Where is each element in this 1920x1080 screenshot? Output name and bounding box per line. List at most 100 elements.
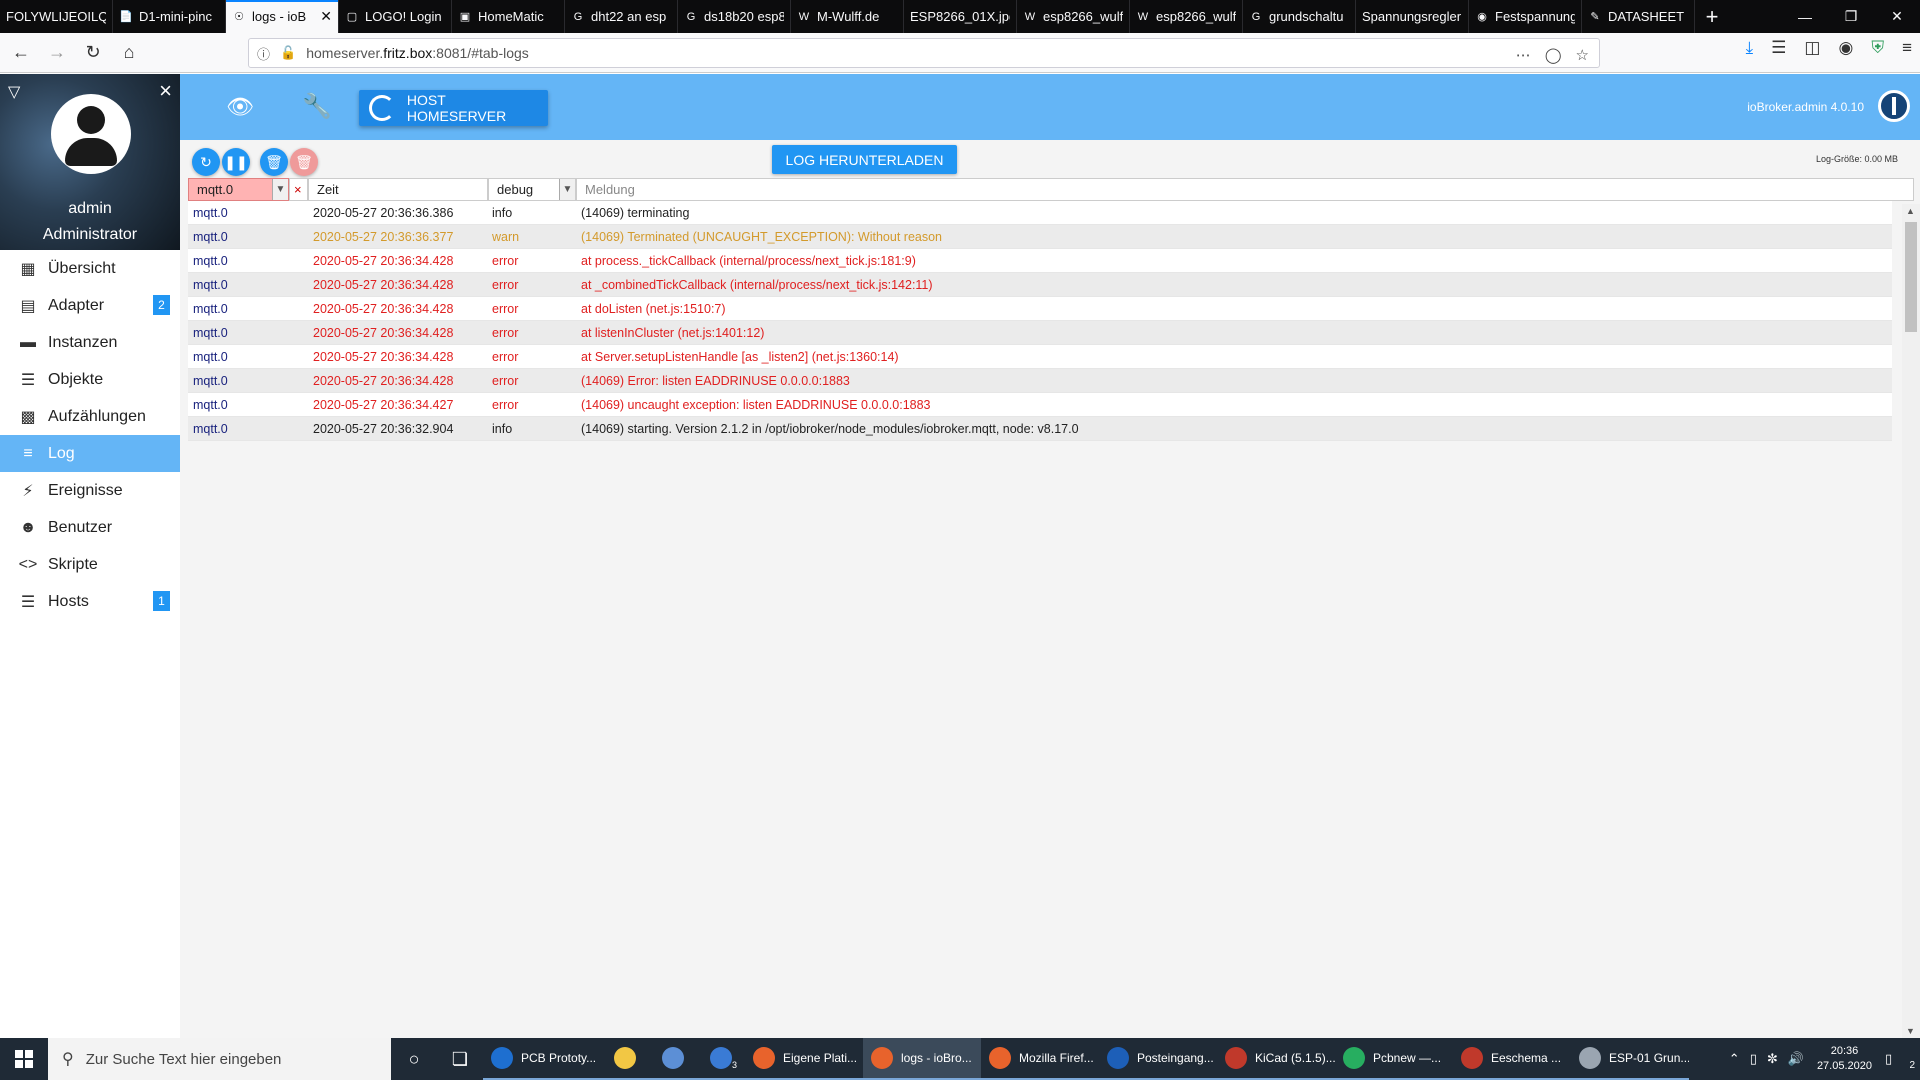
close-tab-icon[interactable]: ✕ bbox=[320, 8, 332, 25]
close-window-icon[interactable]: ✕ bbox=[1874, 0, 1920, 33]
scrollbar[interactable]: ▲ ▼ bbox=[1902, 204, 1920, 1038]
host-selector-button[interactable]: HOST HOMESERVER bbox=[359, 90, 548, 126]
taskbar-app[interactable]: logs - ioBro... bbox=[863, 1038, 981, 1080]
browser-tab[interactable]: Wesp8266_wulf bbox=[1017, 0, 1130, 33]
level-filter-select[interactable]: debug ▼ bbox=[488, 178, 576, 201]
sidebar-item-bersicht[interactable]: ▦ Übersicht bbox=[0, 250, 180, 287]
clear-log-icon[interactable]: 🗑 bbox=[260, 148, 288, 176]
volume-icon[interactable]: 🔊 bbox=[1788, 1051, 1804, 1067]
browser-tab[interactable]: Gds18b20 esp8 bbox=[678, 0, 791, 33]
close-icon[interactable]: × bbox=[159, 78, 172, 104]
address-bar[interactable]: ⓘ 🔓 homeserver.fritz.box:8081/#tab-logs … bbox=[248, 38, 1600, 68]
homematic-icon: ▣ bbox=[459, 11, 471, 23]
page-info-icon[interactable]: ⓘ bbox=[257, 44, 270, 63]
message-filter-input[interactable]: Meldung bbox=[576, 178, 1914, 201]
sidebar-item-ereignisse[interactable]: ⚡ Ereignisse bbox=[0, 472, 180, 509]
log-time: 2020-05-27 20:36:32.904 bbox=[313, 421, 454, 436]
url-text[interactable]: homeserver.fritz.box:8081/#tab-logs bbox=[306, 45, 529, 61]
scrollbar-thumb[interactable] bbox=[1905, 222, 1917, 332]
download-log-button[interactable]: LOG HERUNTERLADEN bbox=[772, 145, 957, 174]
taskbar-app[interactable] bbox=[649, 1038, 697, 1080]
wrench-icon[interactable]: 🔧 bbox=[302, 92, 332, 121]
sidebar-collapse-icon[interactable]: ▽ bbox=[8, 82, 20, 102]
pause-icon[interactable]: ❚❚ bbox=[222, 148, 250, 176]
sidebar-item-log[interactable]: ≡ Log bbox=[0, 435, 180, 472]
bookmark-star-icon[interactable]: ☆ bbox=[1576, 46, 1589, 64]
browser-tab[interactable]: Wesp8266_wulf bbox=[1130, 0, 1243, 33]
scroll-up-icon[interactable]: ▲ bbox=[1906, 206, 1915, 216]
cortana-icon[interactable]: ○ bbox=[391, 1038, 437, 1080]
clear-source-filter-icon[interactable]: × bbox=[289, 178, 308, 201]
tray-chevron-icon[interactable]: ⌃ bbox=[1729, 1051, 1740, 1067]
forward-icon[interactable]: → bbox=[42, 38, 72, 68]
taskbar-app[interactable]: ESP-01 Grun... bbox=[1571, 1038, 1689, 1080]
system-tray: ⌃ ▯ ✼ 🔊 20:36 27.05.2020 ▯ 2 bbox=[1724, 1038, 1920, 1080]
browser-tab[interactable]: Gdht22 an esp bbox=[565, 0, 678, 33]
extension-shield-icon[interactable]: ⛨ bbox=[1871, 38, 1884, 58]
taskbar-app[interactable]: Mozilla Firef... bbox=[981, 1038, 1099, 1080]
sidebar-item-objekte[interactable]: ☰ Objekte bbox=[0, 361, 180, 398]
notification-icon[interactable]: ▯ 2 bbox=[1885, 1051, 1915, 1071]
browser-tab[interactable]: Ggrundschaltu bbox=[1243, 0, 1356, 33]
sidebar-item-skripte[interactable]: <> Skripte bbox=[0, 546, 180, 583]
taskbar-app[interactable]: PCB Prototy... bbox=[483, 1038, 601, 1080]
sidebar-item-aufzhlungen[interactable]: ▩ Aufzählungen bbox=[0, 398, 180, 435]
new-tab-button[interactable]: + bbox=[1695, 0, 1729, 33]
pocket-icon[interactable]: ◯ bbox=[1545, 46, 1562, 64]
browser-tab[interactable]: ▢ LOGO! Login bbox=[339, 0, 452, 33]
sidebar-item-instanzen[interactable]: ▬ Instanzen bbox=[0, 324, 180, 361]
sidebar-item-label: Hosts bbox=[48, 592, 89, 610]
start-button[interactable] bbox=[0, 1038, 48, 1080]
task-view-icon[interactable]: ❏ bbox=[437, 1038, 483, 1080]
browser-tab[interactable]: ▣ HomeMatic bbox=[452, 0, 565, 33]
source-filter-select[interactable]: mqtt.0 ▼ bbox=[188, 178, 289, 201]
delete-log-file-icon[interactable]: 🗑 bbox=[290, 148, 318, 176]
wifi-icon[interactable]: ✼ bbox=[1767, 1051, 1778, 1067]
browser-tab[interactable]: ESP8266_01X.jpg bbox=[904, 0, 1017, 33]
account-icon[interactable]: ◉ bbox=[1838, 38, 1853, 58]
taskbar-app[interactable]: KiCad (5.1.5)... bbox=[1217, 1038, 1335, 1080]
app-header: 👁 🔧 HOST HOMESERVER ioBroker.admin 4.0.1… bbox=[180, 74, 1920, 140]
notification-count: 2 bbox=[1909, 1060, 1915, 1071]
minimize-icon[interactable]: — bbox=[1782, 0, 1828, 33]
time-filter-input[interactable]: Zeit bbox=[308, 178, 488, 201]
taskbar-search[interactable]: ⚲ Zur Suche Text hier eingeben bbox=[48, 1038, 391, 1080]
browser-tab[interactable]: ◉ Festspannung bbox=[1469, 0, 1582, 33]
browser-tab[interactable]: ☉ logs - ioB ✕ bbox=[226, 0, 339, 33]
sidebar-toggle-icon[interactable]: ◫ bbox=[1804, 38, 1820, 58]
count-badge: 1 bbox=[153, 591, 170, 611]
home-icon[interactable]: ⌂ bbox=[114, 38, 144, 68]
taskbar-app[interactable]: Eigene Plati... bbox=[745, 1038, 863, 1080]
menu-icon[interactable]: ≡ bbox=[1902, 38, 1912, 58]
insecure-icon[interactable]: 🔓 bbox=[280, 45, 296, 61]
clock-time: 20:36 bbox=[1830, 1045, 1859, 1057]
taskbar-app[interactable] bbox=[601, 1038, 649, 1080]
download-icon[interactable]: ⤓ bbox=[1746, 38, 1754, 58]
chevron-down-icon[interactable]: ▼ bbox=[559, 179, 575, 200]
page-actions-icon[interactable]: ⋯ bbox=[1516, 46, 1531, 64]
scroll-down-icon[interactable]: ▼ bbox=[1906, 1026, 1915, 1036]
sidebar-item-adapter[interactable]: ▤ Adapter 2 bbox=[0, 287, 180, 324]
taskbar-app[interactable]: Posteingang... bbox=[1099, 1038, 1217, 1080]
eye-icon[interactable]: 👁 bbox=[226, 94, 254, 120]
clock[interactable]: 20:36 27.05.2020 bbox=[1817, 1044, 1872, 1074]
battery-icon[interactable]: ▯ bbox=[1750, 1051, 1757, 1067]
taskbar-app[interactable]: 3 bbox=[697, 1038, 745, 1080]
taskbar-app[interactable]: Pcbnew —... bbox=[1335, 1038, 1453, 1080]
reload-icon[interactable]: ↻ bbox=[78, 38, 108, 68]
browser-tab[interactable]: W M-Wulff.de bbox=[791, 0, 904, 33]
restore-icon[interactable]: ❐ bbox=[1828, 0, 1874, 33]
refresh-icon[interactable]: ↻ bbox=[192, 148, 220, 176]
back-icon[interactable]: ← bbox=[6, 38, 36, 68]
log-row: mqtt.0 2020-05-27 20:36:34.428 error at Ser… bbox=[188, 345, 1892, 369]
chevron-down-icon[interactable]: ▼ bbox=[272, 179, 288, 200]
browser-tab[interactable]: 📄 D1-mini-pinc bbox=[113, 0, 226, 33]
browser-tab[interactable]: Spannungsregler bbox=[1356, 0, 1469, 33]
library-icon[interactable]: ☰ bbox=[1771, 38, 1786, 58]
taskbar-app[interactable]: Eeschema ... bbox=[1453, 1038, 1571, 1080]
sidebar-item-benutzer[interactable]: ☻ Benutzer bbox=[0, 509, 180, 546]
sidebar-item-hosts[interactable]: ☰ Hosts 1 bbox=[0, 583, 180, 620]
browser-tab[interactable]: ✎ DATASHEET S bbox=[1582, 0, 1695, 33]
log-time: 2020-05-27 20:36:34.428 bbox=[313, 373, 454, 388]
browser-tab[interactable]: FOLYWLIJEOILQS bbox=[0, 0, 113, 33]
